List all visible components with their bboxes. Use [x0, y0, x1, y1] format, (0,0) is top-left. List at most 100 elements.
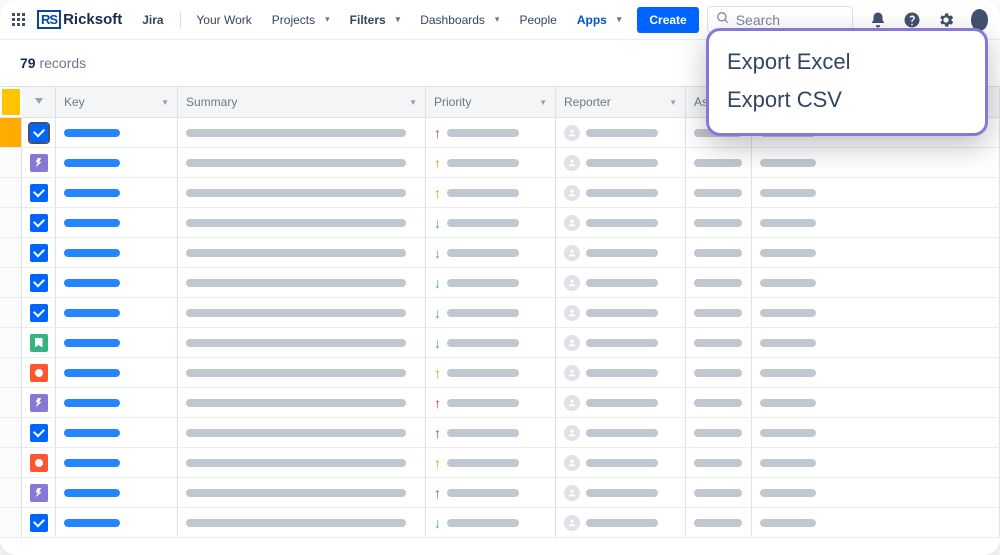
row-handle[interactable] — [0, 388, 22, 417]
issue-type-cell[interactable] — [22, 508, 56, 537]
summary-cell[interactable] — [178, 358, 426, 387]
issue-type-cell[interactable] — [22, 148, 56, 177]
extra-cell[interactable] — [752, 418, 1000, 447]
row-handle[interactable] — [0, 478, 22, 507]
nav-apps[interactable]: Apps ▾ — [569, 9, 630, 31]
issue-type-cell[interactable] — [22, 358, 56, 387]
issue-type-cell[interactable] — [22, 268, 56, 297]
column-reporter[interactable]: Reporter▼ — [556, 87, 686, 117]
column-key[interactable]: Key▼ — [56, 87, 178, 117]
summary-cell[interactable] — [178, 178, 426, 207]
issue-key-cell[interactable] — [56, 358, 178, 387]
issue-key-cell[interactable] — [56, 148, 178, 177]
issue-key-cell[interactable] — [56, 208, 178, 237]
column-priority[interactable]: Priority▼ — [426, 87, 556, 117]
row-handle[interactable] — [0, 148, 22, 177]
issue-key-cell[interactable] — [56, 178, 178, 207]
summary-cell[interactable] — [178, 148, 426, 177]
issue-type-cell[interactable] — [22, 238, 56, 267]
issue-key-cell[interactable] — [56, 508, 178, 537]
export-csv-item[interactable]: Export CSV — [727, 81, 961, 119]
issue-type-cell[interactable] — [22, 208, 56, 237]
priority-cell[interactable]: ↓ — [426, 508, 556, 537]
row-handle[interactable] — [0, 118, 22, 147]
summary-cell[interactable] — [178, 388, 426, 417]
issue-key-cell[interactable] — [56, 478, 178, 507]
brand-logo[interactable]: RS Ricksoft — [37, 10, 122, 29]
reporter-cell[interactable] — [556, 238, 686, 267]
assignee-cell[interactable] — [686, 208, 752, 237]
create-button[interactable]: Create — [637, 7, 698, 33]
reporter-cell[interactable] — [556, 328, 686, 357]
table-row[interactable]: ↑ — [0, 148, 1000, 178]
extra-cell[interactable] — [752, 358, 1000, 387]
summary-cell[interactable] — [178, 478, 426, 507]
extra-cell[interactable] — [752, 388, 1000, 417]
reporter-cell[interactable] — [556, 388, 686, 417]
extra-cell[interactable] — [752, 148, 1000, 177]
reporter-cell[interactable] — [556, 148, 686, 177]
issue-type-cell[interactable] — [22, 478, 56, 507]
row-handle[interactable] — [0, 178, 22, 207]
app-switcher-icon[interactable] — [12, 13, 25, 26]
row-handle[interactable] — [0, 238, 22, 267]
table-row[interactable]: ↑ — [0, 418, 1000, 448]
reporter-cell[interactable] — [556, 298, 686, 327]
extra-cell[interactable] — [752, 478, 1000, 507]
table-row[interactable]: ↑ — [0, 448, 1000, 478]
summary-cell[interactable] — [178, 508, 426, 537]
assignee-cell[interactable] — [686, 178, 752, 207]
table-row[interactable]: ↑ — [0, 178, 1000, 208]
extra-cell[interactable] — [752, 268, 1000, 297]
row-handle[interactable] — [0, 328, 22, 357]
reporter-cell[interactable] — [556, 448, 686, 477]
priority-cell[interactable]: ↑ — [426, 418, 556, 447]
row-handle[interactable] — [0, 418, 22, 447]
table-row[interactable]: ↓ — [0, 208, 1000, 238]
reporter-cell[interactable] — [556, 208, 686, 237]
issue-type-cell[interactable] — [22, 388, 56, 417]
assignee-cell[interactable] — [686, 268, 752, 297]
priority-cell[interactable]: ↑ — [426, 178, 556, 207]
issue-key-cell[interactable] — [56, 268, 178, 297]
row-handle[interactable] — [0, 268, 22, 297]
row-handle[interactable] — [0, 208, 22, 237]
priority-cell[interactable]: ↓ — [426, 328, 556, 357]
priority-cell[interactable]: ↑ — [426, 478, 556, 507]
summary-cell[interactable] — [178, 118, 426, 147]
reporter-cell[interactable] — [556, 478, 686, 507]
issue-key-cell[interactable] — [56, 238, 178, 267]
issue-type-cell[interactable] — [22, 178, 56, 207]
extra-cell[interactable] — [752, 298, 1000, 327]
table-row[interactable]: ↓ — [0, 508, 1000, 538]
extra-cell[interactable] — [752, 178, 1000, 207]
issue-key-cell[interactable] — [56, 118, 178, 147]
priority-cell[interactable]: ↓ — [426, 208, 556, 237]
extra-cell[interactable] — [752, 238, 1000, 267]
table-row[interactable]: ↓ — [0, 268, 1000, 298]
column-summary[interactable]: Summary▼ — [178, 87, 426, 117]
issue-type-cell[interactable] — [22, 328, 56, 357]
nav-your-work[interactable]: Your Work — [188, 9, 259, 31]
issue-type-cell[interactable] — [22, 118, 56, 147]
assignee-cell[interactable] — [686, 358, 752, 387]
extra-cell[interactable] — [752, 508, 1000, 537]
issue-key-cell[interactable] — [56, 388, 178, 417]
issue-key-cell[interactable] — [56, 418, 178, 447]
issue-key-cell[interactable] — [56, 448, 178, 477]
priority-cell[interactable]: ↑ — [426, 148, 556, 177]
assignee-cell[interactable] — [686, 388, 752, 417]
table-row[interactable]: ↑ — [0, 388, 1000, 418]
assignee-cell[interactable] — [686, 328, 752, 357]
priority-cell[interactable]: ↑ — [426, 388, 556, 417]
assignee-cell[interactable] — [686, 508, 752, 537]
assignee-cell[interactable] — [686, 418, 752, 447]
nav-projects[interactable]: Projects ▾ — [264, 9, 338, 31]
priority-cell[interactable]: ↑ — [426, 448, 556, 477]
row-handle[interactable] — [0, 448, 22, 477]
summary-cell[interactable] — [178, 238, 426, 267]
reporter-cell[interactable] — [556, 418, 686, 447]
column-drag-handle[interactable] — [0, 87, 22, 117]
nav-people[interactable]: People — [511, 9, 564, 31]
summary-cell[interactable] — [178, 298, 426, 327]
